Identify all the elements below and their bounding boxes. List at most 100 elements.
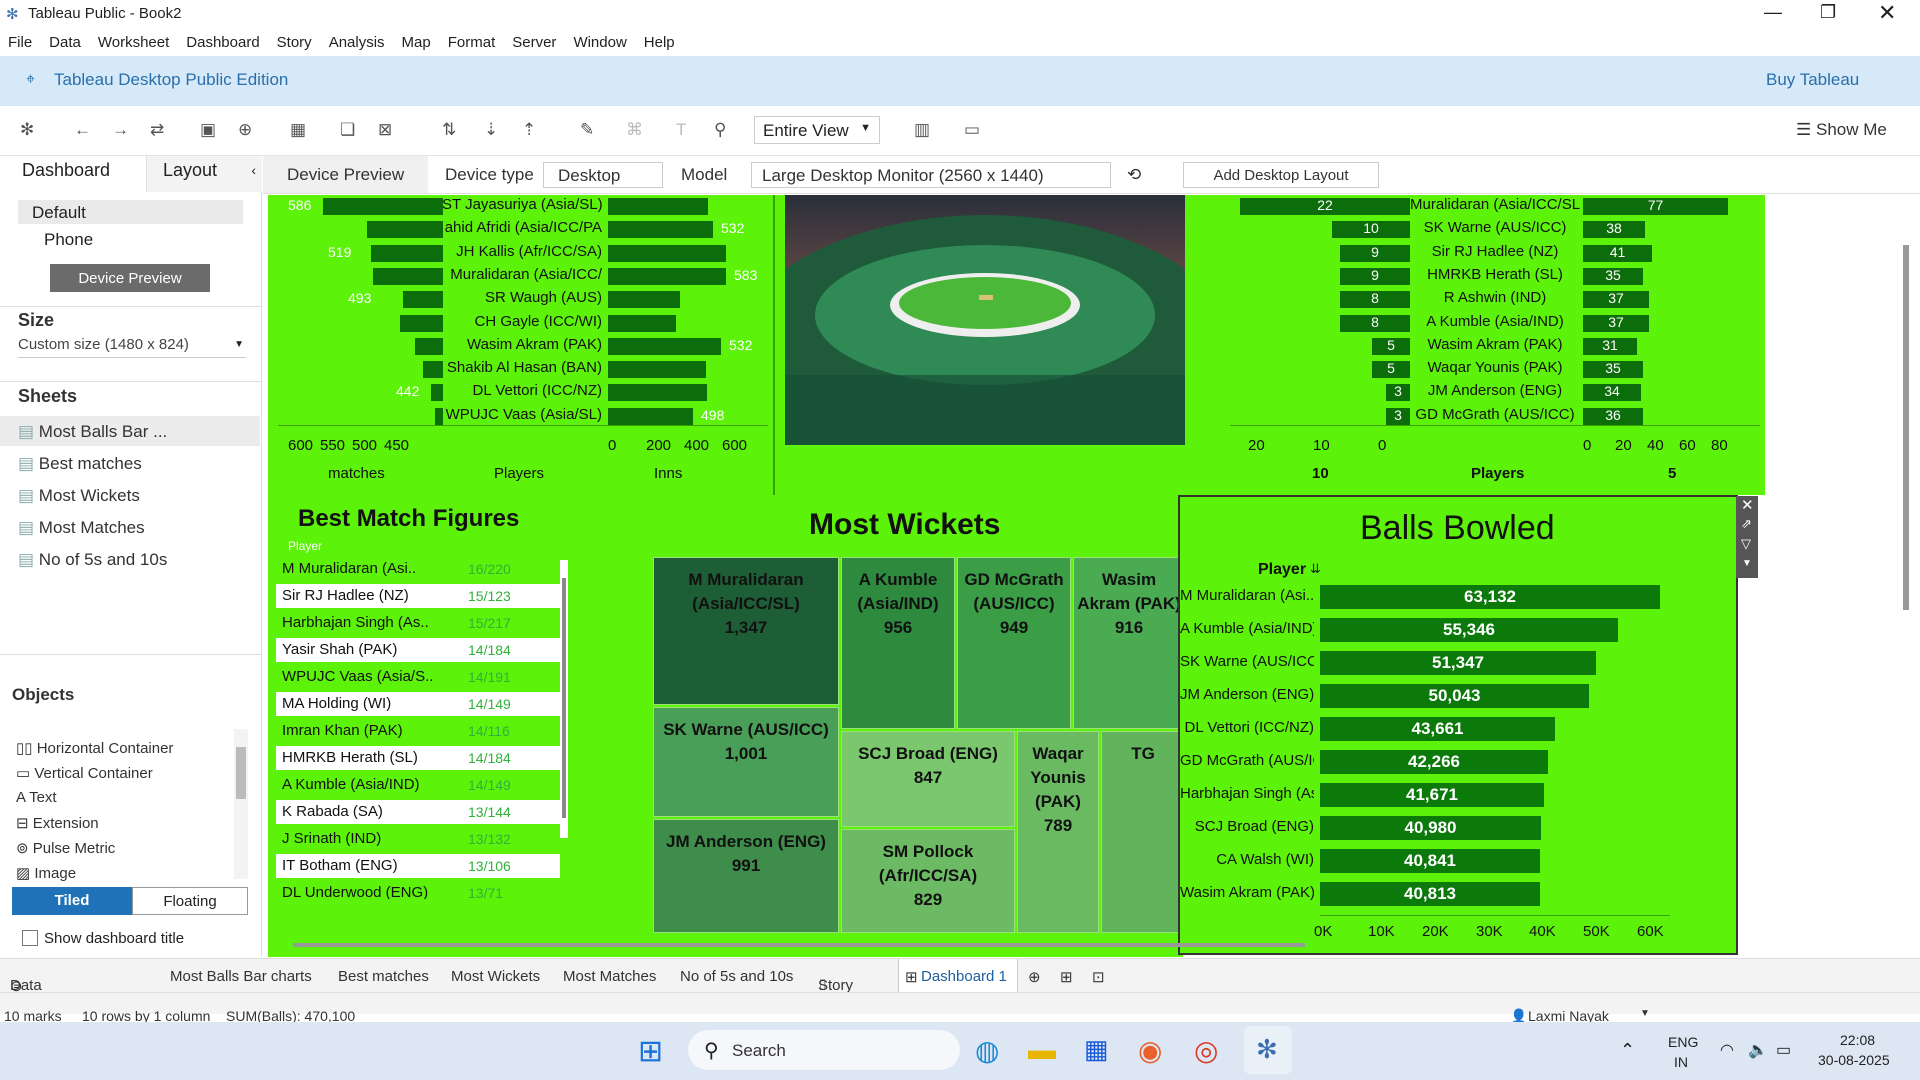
show-me-icon[interactable]: ☰ [1796,120,1811,140]
sheet-item-most-wickets[interactable]: ▤ Most Wickets [18,486,140,506]
sort-icon[interactable]: ⇊ [1310,561,1321,577]
treemap-cell[interactable]: JM Anderson (ENG) 991 [653,819,839,933]
taskbar-search[interactable]: ⚲ Search [688,1030,960,1070]
new-datasource-icon[interactable]: ⊕ [238,120,252,140]
treemap-cell[interactable]: SK Warne (AUS/ICC) 1,001 [653,707,839,817]
tab-most-balls[interactable]: Most Balls Bar charts [170,968,312,985]
tab-layout[interactable]: Layout ‹ [146,156,262,192]
sheet-item-5s-10s[interactable]: ▤ No of 5s and 10s [18,550,167,570]
swap-icon[interactable]: ⇅ [442,120,456,140]
sheet-item-most-balls[interactable]: ▤ Most Balls Bar ... [18,422,167,442]
tab-best-matches[interactable]: Best matches [338,968,429,985]
treemap-cell[interactable]: M Muralidaran (Asia/ICC/SL) 1,347 [653,557,839,705]
minimize-icon[interactable]: — [1764,2,1782,23]
treemap-cell[interactable]: Wasim Akram (PAK) 916 [1073,557,1185,729]
menu-help[interactable]: Help [636,28,684,51]
matches-bar[interactable] [423,361,443,379]
matches-bar[interactable] [367,221,443,239]
device-preview-button[interactable]: Device Preview [50,264,210,292]
new-sheet-tab-icon[interactable]: ⊕ [1028,968,1041,986]
inns-bar[interactable] [608,314,676,332]
save-icon[interactable]: ▣ [200,120,216,140]
object-pulse-metric[interactable]: ⊚ Pulse Metric [16,839,115,857]
table-row[interactable]: A Kumble (Asia/IND) 14/149 [276,773,560,797]
tab-5s-10s[interactable]: No of 5s and 10s [680,968,793,985]
firefox-icon[interactable]: ◉ [1138,1034,1162,1067]
undo-icon[interactable]: ← [74,120,91,140]
inns-bar[interactable] [608,407,693,425]
menu-worksheet[interactable]: Worksheet [90,28,178,51]
table-row[interactable]: K Rabada (SA) 13/144 [276,800,560,824]
table-row[interactable]: WPUJC Vaas (Asia/S.. 14/191 [276,665,560,689]
tiled-button[interactable]: Tiled [12,887,132,915]
sort-desc-icon[interactable]: ⇡ [522,120,536,140]
go-to-sheet-icon[interactable]: ⇗ [1741,516,1752,532]
show-cards-icon[interactable]: ▥ [914,120,930,140]
menu-data[interactable]: Data [41,28,90,51]
tab-dashboard-1[interactable]: ⊞ Dashboard 1 [898,959,1018,993]
device-type-dropdown[interactable]: Desktop [543,162,663,188]
device-default[interactable]: Default [18,200,243,224]
menu-server[interactable]: Server [504,28,565,51]
treemap-cell[interactable]: Waqar Younis (PAK) 789 [1017,731,1099,933]
buy-tableau-link[interactable]: Buy Tableau [1766,70,1859,90]
table-row[interactable]: Imran Khan (PAK) 14/116 [276,719,560,743]
redo-icon[interactable]: → [112,120,129,140]
menu-map[interactable]: Map [394,28,440,51]
inns-bar[interactable] [608,337,721,355]
restore-icon[interactable]: ❐ [1820,2,1836,23]
tab-dashboard[interactable]: Dashboard [0,156,145,192]
tableau-home-icon[interactable]: ✻ [20,120,34,140]
table-row[interactable]: Sir RJ Hadlee (NZ) 15/123 [276,584,560,608]
menu-dashboard[interactable]: Dashboard [178,28,268,51]
remove-icon[interactable]: ✕ [1741,496,1754,514]
inns-bar[interactable] [608,221,713,239]
replay-icon[interactable]: ⇄ [150,120,164,140]
fit-dropdown[interactable]: Entire View ▼ [754,116,880,144]
show-title-checkbox[interactable] [22,930,38,946]
volume-icon[interactable]: 🔈 [1748,1040,1768,1060]
matches-bar[interactable] [373,267,443,285]
horizontal-scrollbar[interactable] [293,943,1305,947]
language-secondary[interactable]: IN [1674,1054,1688,1070]
tableau-taskbar-icon[interactable]: ✻ [1244,1026,1292,1074]
table-row[interactable]: Harbhajan Singh (As.. 15/217 [276,611,560,635]
treemap-cell[interactable]: GD McGrath (AUS/ICC) 949 [957,557,1071,729]
objects-scrollbar[interactable] [234,729,248,879]
matches-bar[interactable] [400,314,443,332]
inns-bar[interactable] [608,267,726,285]
most-wickets-sheet[interactable]: Most Wickets M Muralidaran (Asia/ICC/SL)… [635,495,1185,957]
language-primary[interactable]: ENG [1668,1034,1698,1050]
table-row[interactable]: MA Holding (WI) 14/149 [276,692,560,716]
object-extension[interactable]: ⊟ Extension [16,814,99,832]
object-vertical-container[interactable]: ▭ Vertical Container [16,764,153,782]
sort-asc-icon[interactable]: ⇣ [484,120,498,140]
matches-bar[interactable] [415,337,443,355]
chevron-up-icon[interactable]: ⌃ [1620,1040,1635,1061]
object-image[interactable]: ▨ Image [16,864,76,882]
wifi-icon[interactable]: ◠ [1720,1040,1734,1060]
matches-bar[interactable] [371,244,443,262]
vertical-scrollbar[interactable] [1903,245,1909,610]
group-icon[interactable]: ⌘ [626,120,643,140]
menu-analysis[interactable]: Analysis [321,28,394,51]
inns-bar[interactable] [608,244,726,262]
tab-most-matches[interactable]: Most Matches [563,968,656,985]
tab-most-wickets[interactable]: Most Wickets [451,968,540,985]
table-row[interactable]: Yasir Shah (PAK) 14/184 [276,638,560,662]
more-options-icon[interactable]: ▼ [1742,558,1752,569]
best-match-scrollbar[interactable] [560,560,568,838]
matches-bar[interactable] [403,291,443,309]
highlight-icon[interactable]: ✎ [580,120,594,140]
model-dropdown[interactable]: Large Desktop Monitor (2560 x 1440) [751,162,1111,188]
device-phone[interactable]: Phone [44,230,93,250]
edge-icon[interactable]: ◍ [975,1034,999,1067]
treemap-cell[interactable]: TG [1101,731,1185,933]
menu-file[interactable]: File [0,28,41,51]
menu-story[interactable]: Story [269,28,321,51]
sheet-item-best-matches[interactable]: ▤ Best matches [18,454,142,474]
table-row[interactable]: J Srinath (IND) 13/132 [276,827,560,851]
inns-bar[interactable] [608,361,706,379]
table-row[interactable]: DL Underwood (ENG) 13/71 [276,881,560,899]
table-row[interactable]: HMRKB Herath (SL) 14/184 [276,746,560,770]
